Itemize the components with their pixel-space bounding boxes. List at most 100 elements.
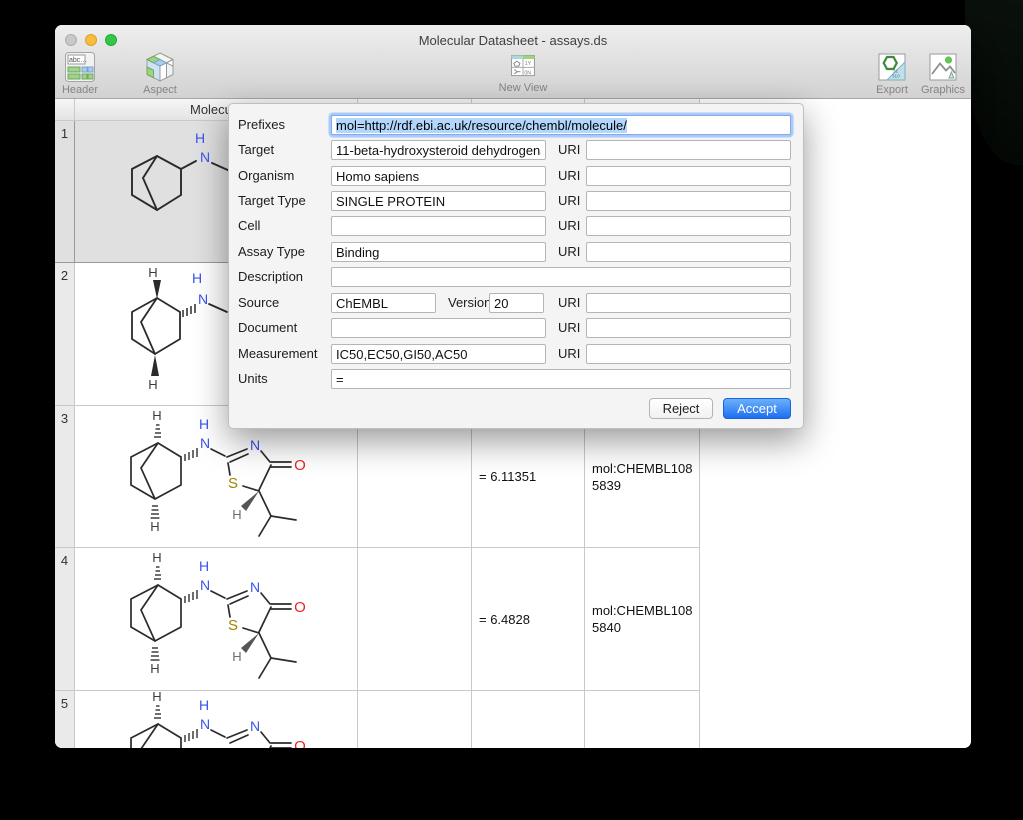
export-icon: 31 310 xyxy=(876,51,908,83)
svg-text:N: N xyxy=(250,579,260,595)
svg-text:H: H xyxy=(195,130,205,146)
row-number[interactable]: 5 xyxy=(55,691,75,748)
target-input[interactable] xyxy=(331,140,546,160)
measurement-label: Measurement xyxy=(238,344,317,364)
molecule-structure: H N xyxy=(75,121,235,221)
svg-text:N: N xyxy=(250,437,260,453)
header-icon: abc… xyxy=(64,51,96,83)
molecule-cell[interactable]: H H H N N O S H xyxy=(75,548,358,691)
svg-text:N: N xyxy=(200,577,210,593)
svg-text:H: H xyxy=(148,265,157,280)
svg-text:H: H xyxy=(192,270,202,286)
svg-text:H: H xyxy=(152,691,161,704)
value-cell[interactable]: = 6.4828 xyxy=(472,548,585,691)
prefixes-label: Prefixes xyxy=(238,115,285,135)
assay-type-input[interactable] xyxy=(331,242,546,262)
export-tool-button[interactable]: 31 310 Export xyxy=(869,51,915,96)
uri-label: URI xyxy=(558,293,580,313)
svg-text:H: H xyxy=(199,416,209,432)
document-input[interactable] xyxy=(331,318,546,338)
organism-input[interactable] xyxy=(331,166,546,186)
uri-label: URI xyxy=(558,140,580,160)
row-number[interactable]: 1 xyxy=(55,121,75,263)
accept-button[interactable]: Accept xyxy=(723,398,791,419)
assay-metadata-dialog: Prefixes mol=http://rdf.ebi.ac.uk/resour… xyxy=(228,103,804,429)
svg-text:abc…: abc… xyxy=(69,57,87,64)
titlebar-toolbar: Molecular Datasheet - assays.ds abc… Hea… xyxy=(55,25,971,99)
row-number[interactable]: 4 xyxy=(55,548,75,691)
prefixes-input[interactable]: mol=http://rdf.ebi.ac.uk/resource/chembl… xyxy=(331,115,791,135)
svg-text:H: H xyxy=(150,661,159,676)
mol-id-cell[interactable]: mol:CHEMBL1085840 xyxy=(585,548,700,691)
target-type-uri-input[interactable] xyxy=(586,191,791,211)
aspect-cube-icon xyxy=(144,51,176,83)
screenshot-stage: Molecular Datasheet - assays.ds abc… Hea… xyxy=(0,0,1023,820)
assay-type-uri-input[interactable] xyxy=(586,242,791,262)
units-input[interactable] xyxy=(331,369,791,389)
svg-text:S: S xyxy=(228,475,238,492)
svg-text:H: H xyxy=(199,697,209,713)
new-view-tool-button[interactable]: 1Y 0N New View xyxy=(493,51,553,94)
source-label: Source xyxy=(238,293,279,313)
data-cell[interactable] xyxy=(358,548,472,691)
graphics-tool-label: Graphics xyxy=(921,84,965,96)
svg-text:H: H xyxy=(199,558,209,574)
aspect-tool-label: Aspect xyxy=(143,84,177,96)
header-tool-button[interactable]: abc… Header xyxy=(57,51,103,96)
row-number[interactable]: 3 xyxy=(55,406,75,548)
export-tool-label: Export xyxy=(876,84,908,96)
target-uri-input[interactable] xyxy=(586,140,791,160)
description-input[interactable] xyxy=(331,267,791,287)
organism-label: Organism xyxy=(238,166,294,186)
svg-text:N: N xyxy=(200,149,210,165)
cell-label: Cell xyxy=(238,216,260,236)
target-type-label: Target Type xyxy=(238,191,306,211)
document-uri-input[interactable] xyxy=(586,318,791,338)
svg-text:O: O xyxy=(294,457,306,474)
target-type-input[interactable] xyxy=(331,191,546,211)
uri-label: URI xyxy=(558,242,580,262)
svg-text:N: N xyxy=(200,435,210,451)
svg-text:0N: 0N xyxy=(524,70,531,76)
source-input[interactable] xyxy=(331,293,436,313)
aspect-tool-button[interactable]: Aspect xyxy=(133,51,187,96)
version-input[interactable] xyxy=(489,293,544,313)
selected-text: mol=http://rdf.ebi.ac.uk/resource/chembl… xyxy=(336,118,627,133)
svg-text:H: H xyxy=(148,377,157,392)
svg-text:O: O xyxy=(294,599,306,616)
uri-label: URI xyxy=(558,344,580,364)
reject-button[interactable]: Reject xyxy=(649,398,713,419)
cell-input[interactable] xyxy=(331,216,546,236)
organism-uri-input[interactable] xyxy=(586,166,791,186)
window-title: Molecular Datasheet - assays.ds xyxy=(55,33,971,48)
source-uri-input[interactable] xyxy=(586,293,791,313)
new-view-icon: 1Y 0N xyxy=(509,51,537,81)
molecule-structure: H H N N O xyxy=(75,691,358,748)
graphics-icon xyxy=(927,51,959,83)
row-number[interactable]: 2 xyxy=(55,263,75,406)
uri-label: URI xyxy=(558,318,580,338)
graphics-tool-button[interactable]: Graphics xyxy=(916,51,970,96)
measurement-uri-input[interactable] xyxy=(586,344,791,364)
data-cell[interactable] xyxy=(358,691,472,748)
svg-text:H: H xyxy=(152,550,161,565)
svg-text:H: H xyxy=(152,408,161,423)
molecule-structure: H H H N xyxy=(75,263,235,403)
svg-text:310: 310 xyxy=(892,74,900,79)
svg-text:H: H xyxy=(232,507,241,522)
uri-label: URI xyxy=(558,191,580,211)
measurement-input[interactable] xyxy=(331,344,546,364)
value-cell[interactable] xyxy=(472,691,585,748)
target-label: Target xyxy=(238,140,274,160)
description-label: Description xyxy=(238,267,303,287)
units-label: Units xyxy=(238,369,268,389)
svg-text:N: N xyxy=(198,291,208,307)
cell-uri-input[interactable] xyxy=(586,216,791,236)
document-label: Document xyxy=(238,318,297,338)
mol-id-cell[interactable]: mol:CHEMBL108 xyxy=(585,691,700,748)
molecule-structure: H H H N N O S H xyxy=(75,548,358,688)
svg-text:N: N xyxy=(200,716,210,732)
molecule-cell[interactable]: H H N N O xyxy=(75,691,358,748)
assay-type-label: Assay Type xyxy=(238,242,305,262)
svg-text:H: H xyxy=(150,519,159,534)
